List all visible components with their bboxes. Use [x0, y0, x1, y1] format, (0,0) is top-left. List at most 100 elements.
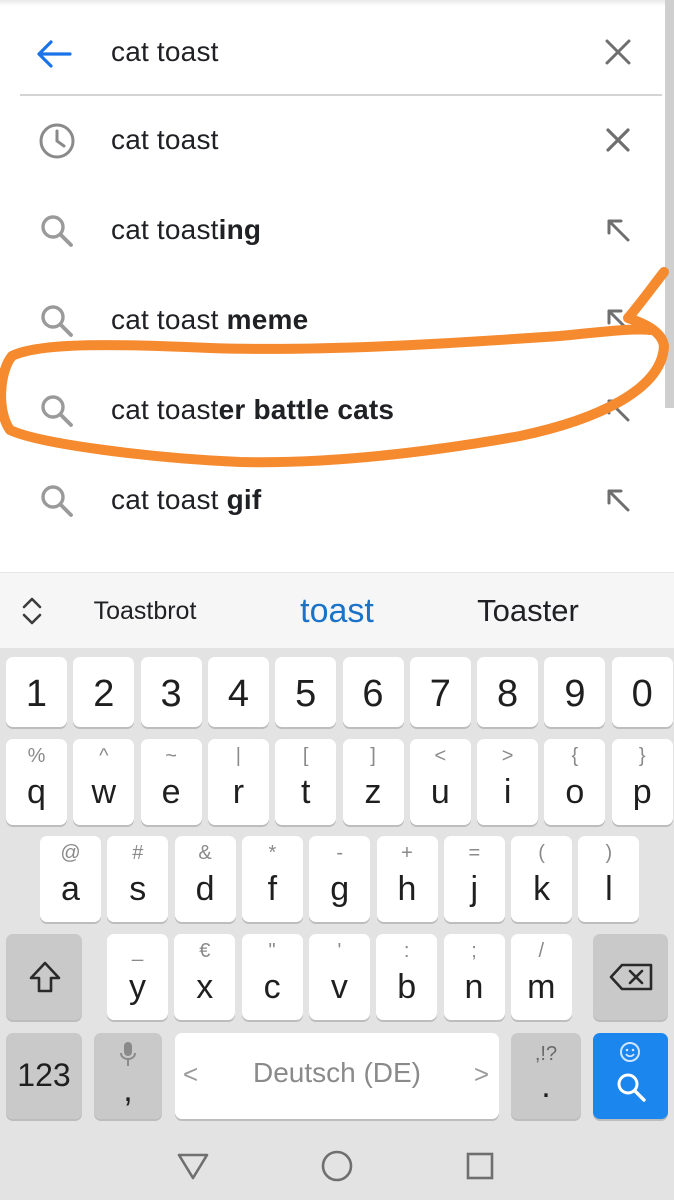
- suggestion-text: cat toast gif: [111, 484, 261, 516]
- key-b[interactable]: :b: [376, 934, 438, 1020]
- scrollbar[interactable]: [665, 0, 674, 408]
- key-1[interactable]: 1: [6, 657, 67, 727]
- key-t[interactable]: [t: [275, 739, 337, 825]
- expand-suggestions-button[interactable]: [14, 591, 50, 631]
- key-alt-label: ): [605, 842, 613, 864]
- key-4[interactable]: 4: [207, 657, 269, 727]
- search-action-key[interactable]: [593, 1033, 668, 1119]
- key-label: 123: [17, 1057, 71, 1093]
- key-y[interactable]: _ y: [107, 934, 168, 1020]
- key-label: s: [129, 870, 147, 908]
- key-c[interactable]: " c: [241, 934, 303, 1020]
- period-key[interactable]: ,!?.: [511, 1033, 581, 1119]
- shift-key[interactable]: [6, 934, 82, 1020]
- suggestion-completion: gif: [226, 484, 262, 515]
- word-suggestion-middle[interactable]: toast: [262, 573, 412, 649]
- key-5[interactable]: 5: [275, 657, 337, 727]
- key-a[interactable]: @ a: [40, 836, 101, 922]
- key-s[interactable]: # s: [107, 836, 169, 922]
- key-label: b: [397, 968, 417, 1006]
- key-2[interactable]: 2: [73, 657, 135, 727]
- numbers-key[interactable]: 123: [6, 1033, 82, 1119]
- key-alt-label: |: [235, 745, 241, 767]
- suggestion-prefix: cat toast: [111, 124, 219, 155]
- word-suggestion-left[interactable]: Toastbrot: [70, 573, 220, 649]
- key-r[interactable]: | r: [207, 739, 269, 825]
- suggestion-item[interactable]: cat toaster battle cats: [0, 366, 664, 456]
- key-v[interactable]: ' v: [308, 934, 370, 1020]
- key-f[interactable]: * f: [241, 836, 303, 922]
- key-label: f: [267, 870, 278, 908]
- key-7[interactable]: 7: [409, 657, 471, 727]
- remove-history-button[interactable]: [596, 118, 640, 162]
- key-alt-label: -: [336, 842, 344, 864]
- key-x[interactable]: € x: [174, 934, 236, 1020]
- key-o[interactable]: {o: [544, 739, 606, 825]
- close-icon: [605, 39, 631, 65]
- key-alt-label: #: [132, 842, 144, 864]
- key-z[interactable]: ] z: [342, 739, 404, 825]
- key-alt-label: (: [538, 842, 545, 864]
- word-suggestion-right[interactable]: Toaster: [450, 573, 606, 649]
- key-j[interactable]: = j: [443, 836, 505, 922]
- key-label: d: [195, 870, 215, 908]
- search-input[interactable]: cat toast: [111, 36, 219, 68]
- key-alt-label: ": [268, 940, 276, 962]
- key-u[interactable]: < u: [409, 739, 471, 825]
- key-label: r: [232, 773, 245, 811]
- suggestion-item[interactable]: cat toast meme: [0, 276, 664, 366]
- suggestion-completion: meme: [226, 304, 309, 335]
- fill-query-button[interactable]: [596, 388, 640, 432]
- suggestion-item[interactable]: cat toast gif: [0, 456, 664, 546]
- key-8[interactable]: 8: [477, 657, 539, 727]
- key-alt-label: ,!?: [534, 1043, 558, 1065]
- space-key[interactable]: < Deutsch (DE) >: [175, 1033, 499, 1119]
- key-e[interactable]: ~ e: [140, 739, 202, 825]
- back-nav-button[interactable]: [168, 1144, 218, 1188]
- recents-nav-button[interactable]: [455, 1144, 505, 1188]
- arrow-up-left-icon: [607, 399, 630, 422]
- history-icon-wrap: [34, 118, 80, 164]
- clear-search-button[interactable]: [596, 30, 640, 74]
- key-g[interactable]: -g: [309, 836, 371, 922]
- search-icon-wrap: [34, 478, 80, 524]
- fill-query-button[interactable]: [596, 478, 640, 522]
- key-alt-label: &: [198, 842, 212, 864]
- back-button[interactable]: [30, 30, 78, 78]
- key-0[interactable]: 0: [611, 657, 673, 727]
- key-l[interactable]: ) l: [578, 836, 640, 922]
- key-label: n: [464, 968, 484, 1006]
- suggestion-item[interactable]: cat toast: [0, 96, 664, 186]
- key-q[interactable]: % q: [6, 739, 67, 825]
- key-label: u: [430, 773, 450, 811]
- key-label: t: [300, 773, 311, 811]
- suggestion-text: cat toaster battle cats: [111, 394, 394, 426]
- key-label: 9: [564, 673, 586, 715]
- key-6[interactable]: 6: [342, 657, 404, 727]
- suggestion-item[interactable]: cat toasting: [0, 186, 664, 276]
- key-alt-label: ]: [370, 745, 376, 767]
- key-3[interactable]: 3: [140, 657, 202, 727]
- key-alt-label: [: [302, 745, 309, 767]
- key-label: 7: [429, 673, 451, 715]
- home-nav-button[interactable]: [312, 1144, 362, 1188]
- key-9[interactable]: 9: [544, 657, 606, 727]
- suggestion-completion: ing: [218, 214, 262, 245]
- key-k[interactable]: (k: [511, 836, 573, 922]
- fill-query-button[interactable]: [596, 208, 640, 252]
- key-n[interactable]: ; n: [443, 934, 505, 1020]
- circle-home-icon: [321, 1150, 353, 1182]
- backspace-icon: [609, 963, 653, 991]
- comma-voice-key[interactable]: ,: [94, 1033, 162, 1119]
- key-h[interactable]: + h: [376, 836, 438, 922]
- search-icon: [41, 485, 73, 517]
- key-label: q: [27, 773, 46, 811]
- fill-query-button[interactable]: [596, 298, 640, 342]
- key-i[interactable]: > i: [477, 739, 539, 825]
- key-m[interactable]: / m: [510, 934, 572, 1020]
- key-label: l: [605, 870, 613, 908]
- key-p[interactable]: } p: [611, 739, 673, 825]
- key-d[interactable]: & d: [174, 836, 236, 922]
- backspace-key[interactable]: [593, 934, 668, 1020]
- key-w[interactable]: ^ w: [73, 739, 135, 825]
